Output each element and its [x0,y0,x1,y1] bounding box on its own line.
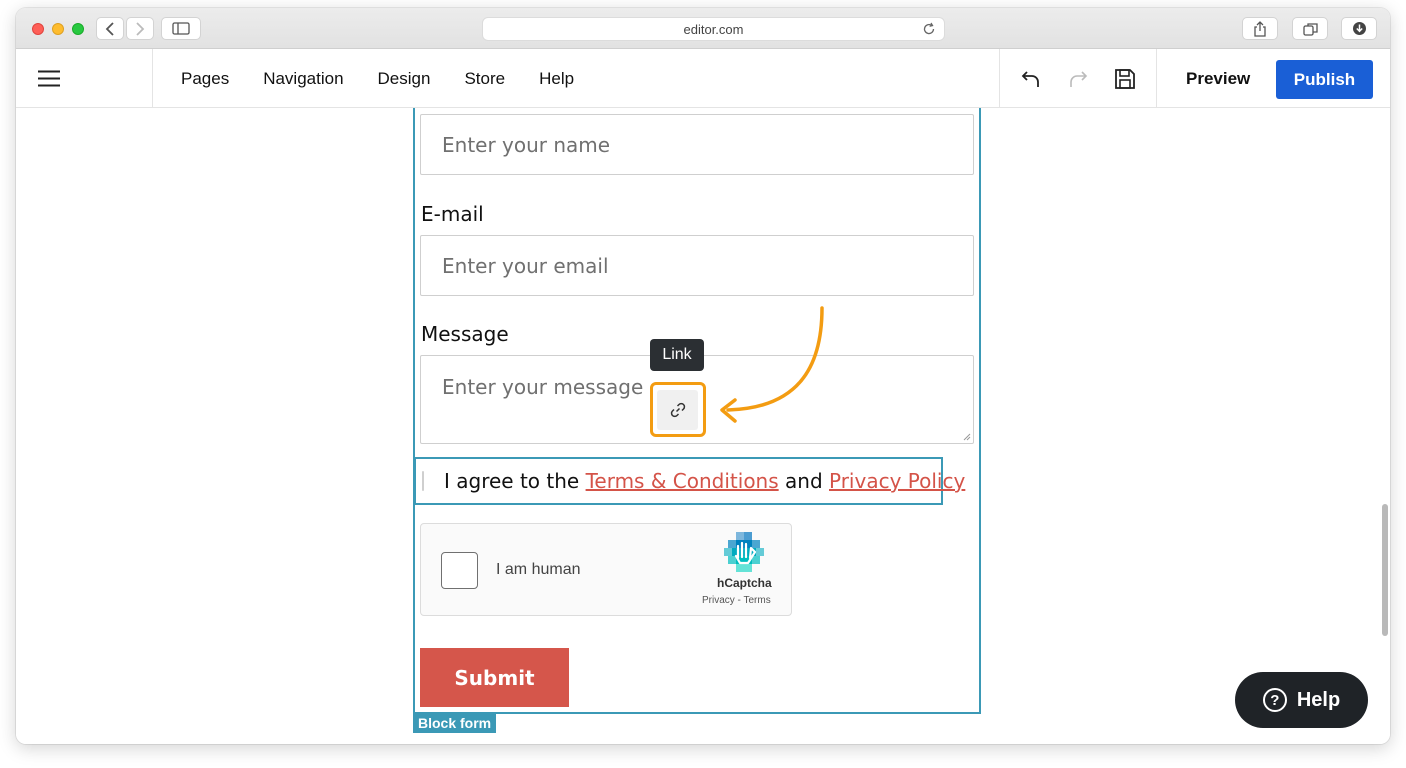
sidebar-toggle-button[interactable] [161,17,201,40]
help-button[interactable]: ? Help [1235,672,1368,728]
block-form-label: Block form [413,713,497,733]
chevron-right-icon [136,21,145,36]
scroll-thumb[interactable] [1382,504,1388,636]
editor-canvas: Enter your name E-mail Enter your email … [16,108,1390,744]
captcha-links[interactable]: Privacy - Terms [702,595,771,606]
tabs-icon [1302,22,1318,36]
reload-icon[interactable] [922,22,936,36]
edit-tools [999,49,1157,108]
close-window-button[interactable] [32,23,44,35]
nav-item-store[interactable]: Store [464,69,505,89]
tabs-overview-button[interactable] [1292,17,1328,40]
main-nav: Pages Navigation Design Store Help [153,49,580,108]
share-button[interactable] [1242,17,1278,40]
save-icon [1114,68,1135,89]
download-icon [1352,22,1366,35]
captcha-checkbox[interactable] [441,552,478,589]
agree-checkbox[interactable] [422,471,424,491]
save-button[interactable] [1112,66,1138,92]
zoom-window-button[interactable] [72,23,84,35]
sidebar-icon [172,22,190,35]
question-icon: ? [1262,688,1287,712]
redo-button[interactable] [1065,66,1091,92]
preview-button[interactable]: Preview [1174,49,1262,108]
back-button[interactable] [96,17,124,40]
help-label: Help [1296,688,1341,711]
chevron-left-icon [105,21,114,36]
redo-icon [1070,70,1088,87]
hcaptcha-widget: I am human hCaptcha Privacy - Terms [420,523,792,616]
nav-item-navigation[interactable]: Navigation [263,69,343,89]
agree-prefix: I agree to the [444,469,586,493]
minimize-window-button[interactable] [52,23,64,35]
privacy-link[interactable]: Privacy Policy [829,469,965,493]
agree-text: I agree to the Terms & Conditions and Pr… [444,469,965,493]
forward-button[interactable] [126,17,154,40]
terms-link[interactable]: Terms & Conditions [586,469,779,493]
url-text: editor.com [683,21,744,37]
address-bar[interactable]: editor.com [482,17,945,41]
nav-item-design[interactable]: Design [378,69,431,89]
captcha-brand: hCaptcha [717,576,772,590]
nav-item-help[interactable]: Help [539,69,574,89]
editor-toolbar: Pages Navigation Design Store Help Previ… [16,49,1390,108]
browser-chrome: editor.com [16,8,1390,49]
share-icon [1254,20,1266,37]
page-scrollbar[interactable] [1378,108,1390,744]
annotation-arrow-icon [720,306,824,423]
undo-icon [1022,70,1040,87]
nav-item-pages[interactable]: Pages [181,69,229,89]
downloads-button[interactable] [1341,17,1377,40]
browser-window: editor.com Pages Navigation Design Store… [16,8,1390,744]
agree-and: and [778,469,829,493]
hamburger-icon [38,70,60,87]
hcaptcha-logo-icon [724,532,764,572]
menu-button[interactable] [16,49,153,108]
publish-button[interactable]: Publish [1276,60,1373,99]
captcha-label: I am human [496,561,581,578]
undo-button[interactable] [1018,66,1044,92]
agree-checkbox-row[interactable]: I agree to the Terms & Conditions and Pr… [414,457,965,505]
submit-button[interactable]: Submit [420,648,569,707]
